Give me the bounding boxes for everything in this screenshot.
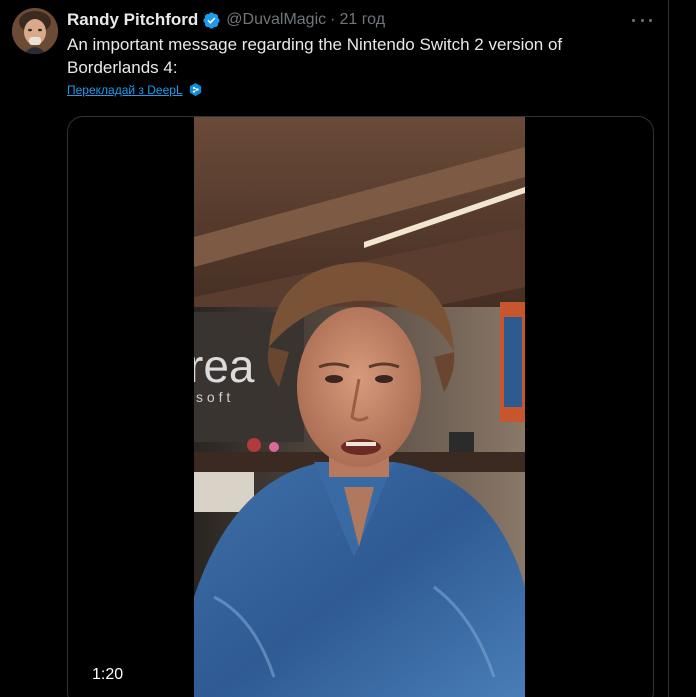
- translate-label[interactable]: Перекладай з DeepL: [67, 83, 183, 97]
- video-duration: 1:20: [92, 666, 124, 683]
- tweet-text: An important message regarding the Ninte…: [67, 35, 563, 77]
- verified-badge-icon[interactable]: [202, 11, 221, 30]
- avatar-image: [12, 8, 58, 54]
- separator-dot: ·: [330, 11, 336, 28]
- tweet-header: Randy Pitchford @DuvalMagic · 21 год: [67, 9, 385, 31]
- more-dot: [632, 18, 635, 22]
- tweet-page: Randy Pitchford @DuvalMagic · 21 год An …: [0, 0, 696, 697]
- deepl-icon: [189, 82, 201, 97]
- timestamp[interactable]: 21 год: [339, 11, 385, 29]
- video-player[interactable]: rea s o f t 1:20: [67, 116, 654, 697]
- video-thumbnail: rea s o f t: [194, 117, 525, 697]
- column-divider: [668, 0, 669, 697]
- author-handle[interactable]: @DuvalMagic: [226, 11, 326, 29]
- video-frame[interactable]: rea s o f t: [194, 117, 525, 697]
- more-options-icon[interactable]: [632, 10, 652, 30]
- background-sign-subtext: s o f t: [196, 389, 230, 405]
- author-name[interactable]: Randy Pitchford: [67, 10, 198, 30]
- more-dot: [649, 18, 652, 22]
- more-dot: [640, 18, 644, 22]
- background-sign-text: rea: [194, 340, 255, 392]
- avatar[interactable]: [12, 8, 58, 54]
- translate-link[interactable]: Перекладай з DeepL: [67, 82, 203, 97]
